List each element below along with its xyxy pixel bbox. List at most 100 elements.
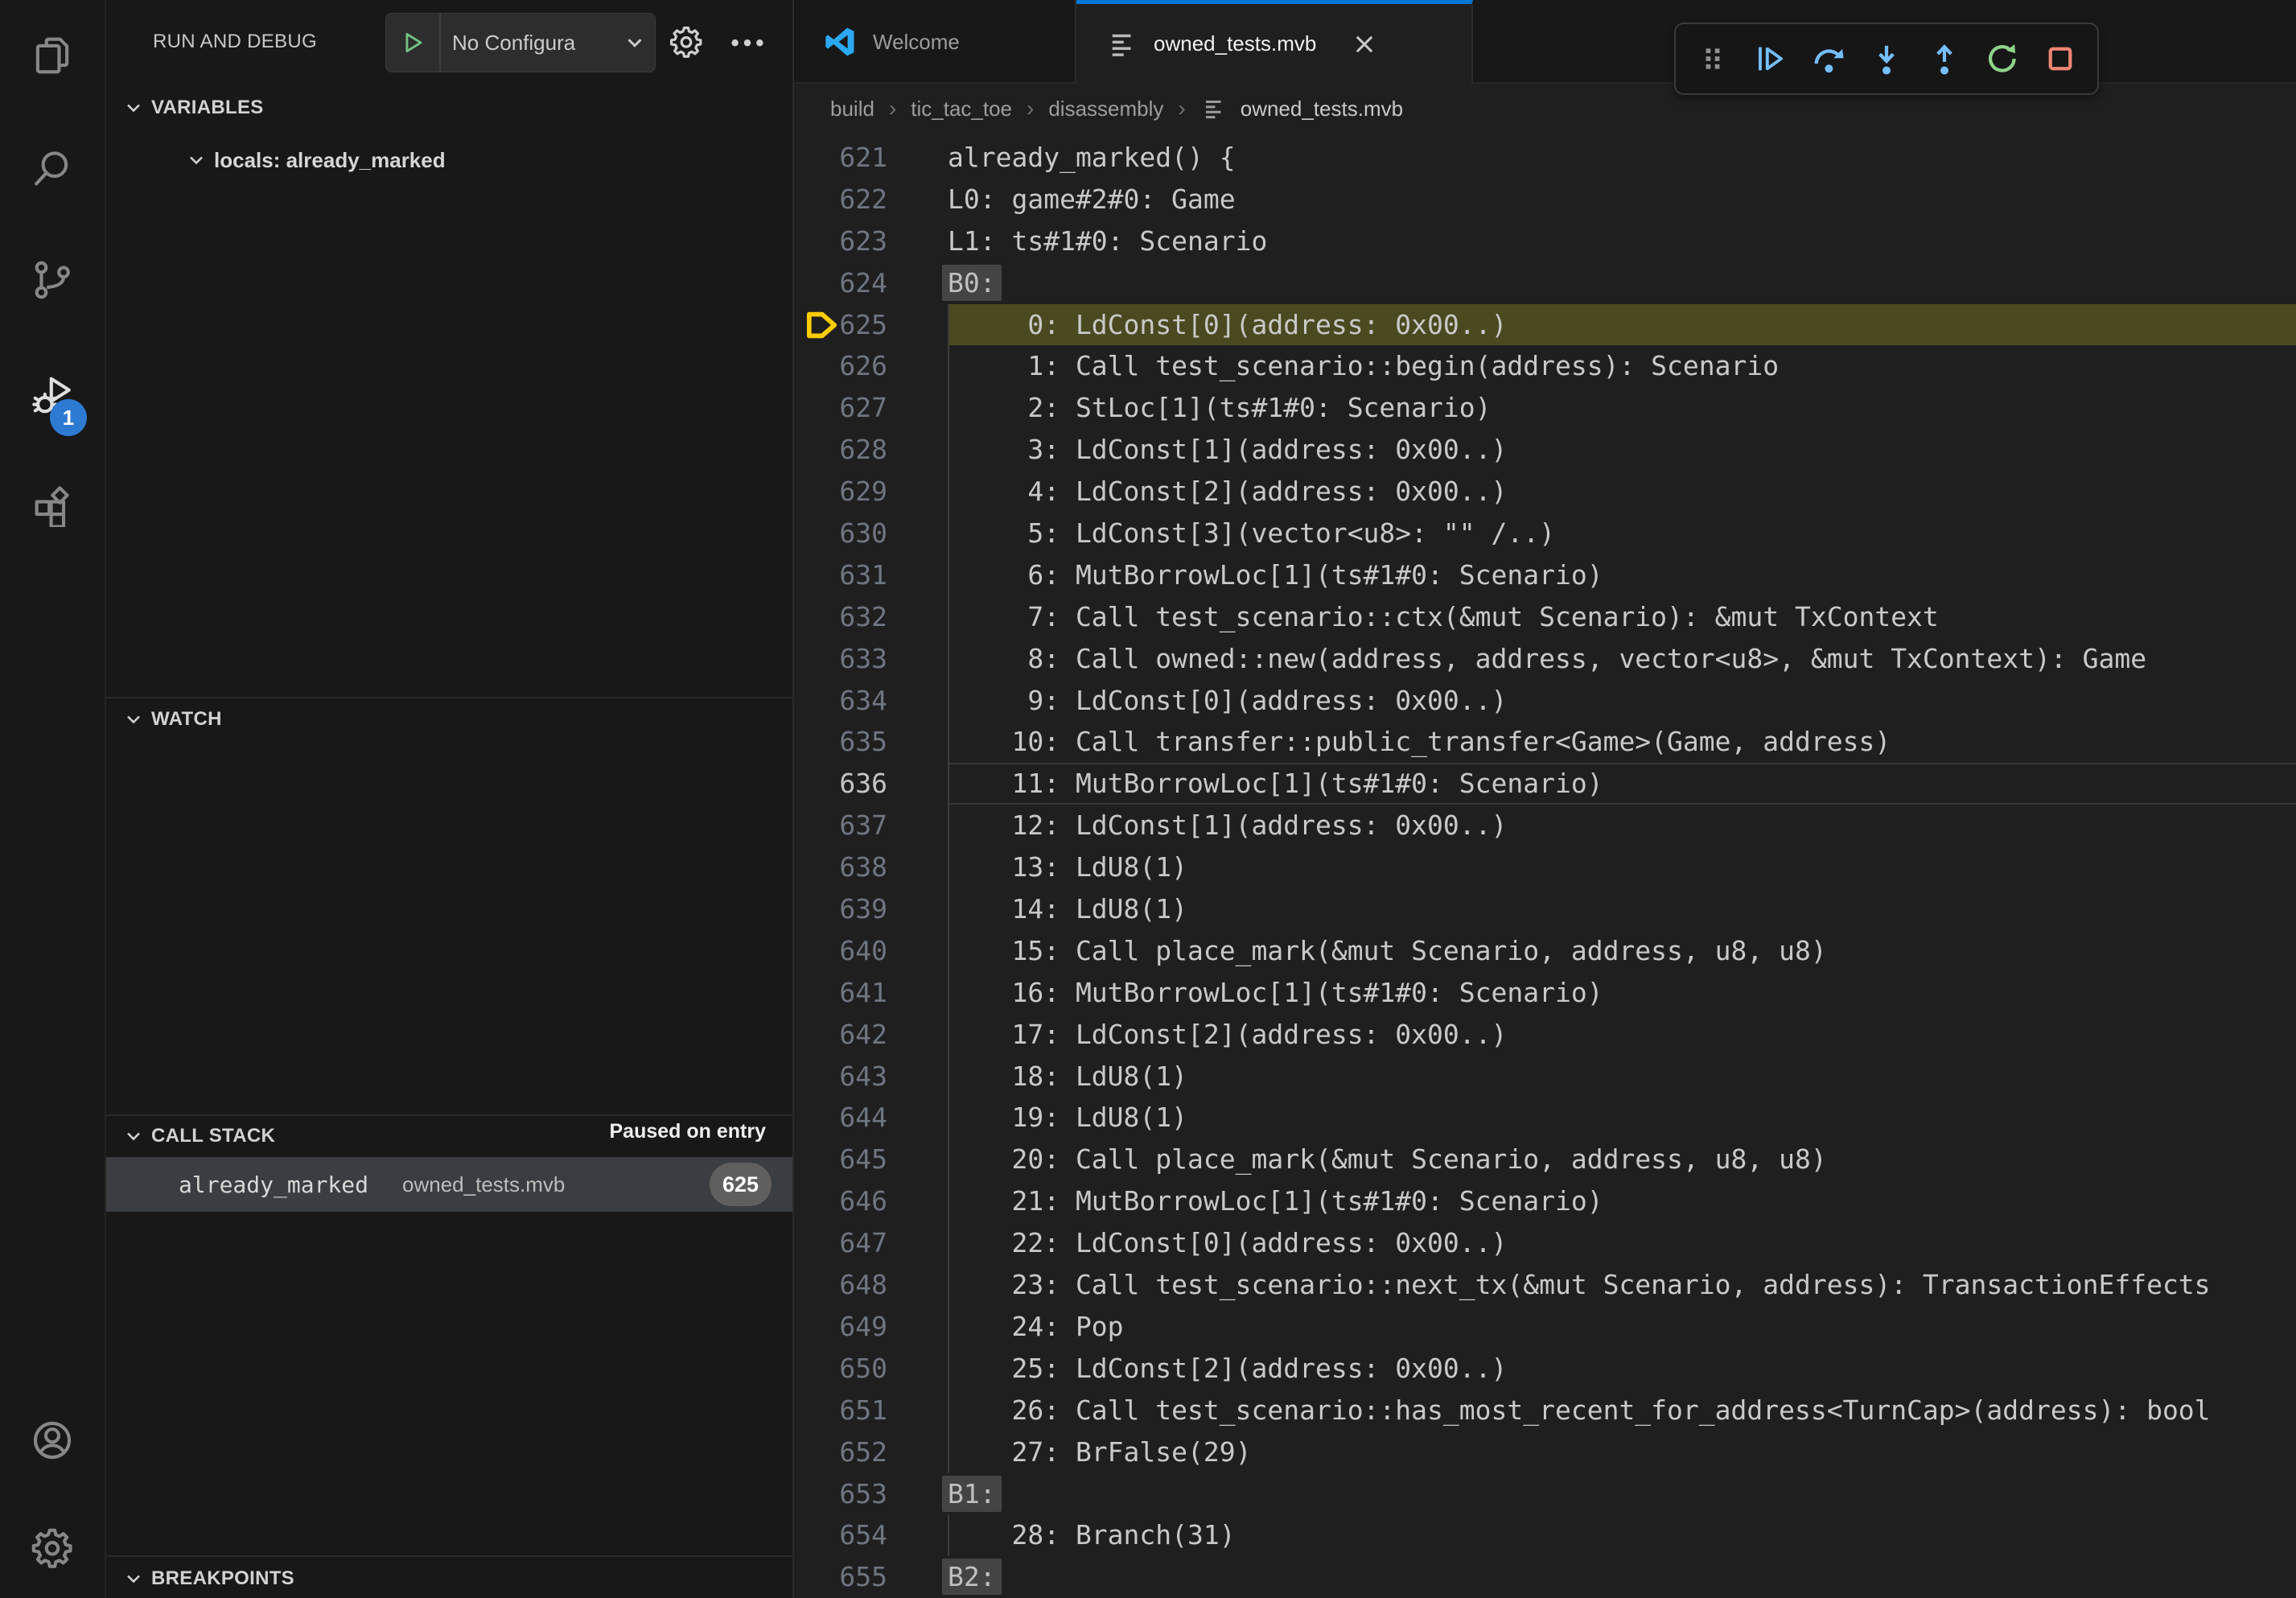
code-line[interactable]: 640 15: Call place_mark(&mut Scenario, a… (794, 930, 2296, 972)
line-number[interactable]: 642 (794, 1014, 887, 1056)
code-line[interactable]: 642 17: LdConst[2](address: 0x00..) (794, 1014, 2296, 1056)
code-line[interactable]: 635 10: Call transfer::public_transfer<G… (794, 721, 2296, 763)
tab-welcome[interactable]: Welcome (794, 0, 1076, 84)
line-number[interactable]: 641 (794, 972, 887, 1014)
extensions-icon[interactable] (29, 480, 76, 527)
line-number[interactable]: 636 (794, 763, 887, 805)
line-number[interactable]: 651 (794, 1390, 887, 1431)
code-line[interactable]: 630 5: LdConst[3](vector<u8>: "" /..) (794, 513, 2296, 554)
breadcrumb-item[interactable]: owned_tests.mvb (1241, 97, 1403, 121)
code-line[interactable]: 647 22: LdConst[0](address: 0x00..) (794, 1222, 2296, 1264)
step-into-button[interactable] (1866, 38, 1907, 80)
configuration-dropdown[interactable]: No Configura (441, 31, 623, 56)
code-line[interactable]: 629 4: LdConst[2](address: 0x00..) (794, 471, 2296, 513)
more-actions-icon[interactable] (729, 29, 766, 56)
line-number[interactable]: 652 (794, 1431, 887, 1473)
line-number[interactable]: 624 (794, 262, 887, 304)
code-line[interactable]: 639 14: LdU8(1) (794, 888, 2296, 930)
line-number[interactable]: 648 (794, 1264, 887, 1306)
line-number[interactable]: 649 (794, 1306, 887, 1348)
settings-gear-icon[interactable] (29, 1526, 76, 1572)
variables-section-header[interactable]: VARIABLES (122, 97, 264, 119)
code-line[interactable]: 632 7: Call test_scenario::ctx(&mut Scen… (794, 596, 2296, 638)
line-number[interactable]: 634 (794, 680, 887, 722)
line-number[interactable]: 632 (794, 596, 887, 638)
line-number[interactable]: 628 (794, 429, 887, 471)
line-number[interactable]: 646 (794, 1180, 887, 1222)
line-number[interactable]: 645 (794, 1139, 887, 1180)
line-number[interactable]: 629 (794, 471, 887, 513)
code-line[interactable]: 646 21: MutBorrowLoc[1](ts#1#0: Scenario… (794, 1180, 2296, 1222)
code-line[interactable]: 633 8: Call owned::new(address, address,… (794, 638, 2296, 680)
line-number[interactable]: 640 (794, 930, 887, 972)
line-number[interactable]: 638 (794, 846, 887, 888)
code-line[interactable]: 644 19: LdU8(1) (794, 1097, 2296, 1139)
line-number[interactable]: 653 (794, 1473, 887, 1515)
continue-button[interactable] (1750, 38, 1792, 80)
breakpoints-section-header[interactable]: BREAKPOINTS (122, 1567, 294, 1590)
breadcrumb-item[interactable]: disassembly (1048, 97, 1163, 121)
code-line[interactable]: 651 26: Call test_scenario::has_most_rec… (794, 1390, 2296, 1431)
code-line[interactable]: 623L1: ts#1#0: Scenario (794, 220, 2296, 262)
line-number[interactable]: 626 (794, 345, 887, 387)
code-line[interactable]: 654 28: Branch(31) (794, 1514, 2296, 1556)
code-line[interactable]: 638 13: LdU8(1) (794, 846, 2296, 888)
line-number[interactable]: 622 (794, 179, 887, 220)
code-line[interactable]: 621already_marked() { (794, 137, 2296, 179)
line-number[interactable]: 630 (794, 513, 887, 554)
stop-button[interactable] (2039, 38, 2081, 80)
watch-section-header[interactable]: WATCH (122, 708, 222, 731)
code-editor[interactable]: 621already_marked() {622L0: game#2#0: Ga… (794, 134, 2296, 1598)
code-line[interactable]: 650 25: LdConst[2](address: 0x00..) (794, 1348, 2296, 1390)
debug-settings-gear-icon[interactable] (668, 24, 705, 61)
toolbar-drag-gripper[interactable] (1692, 38, 1734, 80)
code-line[interactable]: 624B0: (794, 262, 2296, 304)
line-number[interactable]: 621 (794, 137, 887, 179)
code-line[interactable]: 631 6: MutBorrowLoc[1](ts#1#0: Scenario) (794, 554, 2296, 596)
step-out-button[interactable] (1924, 38, 1965, 80)
line-number[interactable]: 643 (794, 1056, 887, 1098)
code-line[interactable]: 653B1: (794, 1473, 2296, 1515)
tab-owned-tests[interactable]: owned_tests.mvb (1076, 0, 1473, 84)
line-number[interactable]: 647 (794, 1222, 887, 1264)
explorer-icon[interactable] (29, 32, 76, 79)
account-icon[interactable] (29, 1417, 76, 1464)
stack-frame-row[interactable]: already_marked owned_tests.mvb 625 (106, 1157, 792, 1212)
code-line[interactable]: 622L0: game#2#0: Game (794, 179, 2296, 220)
line-number[interactable]: 627 (794, 387, 887, 429)
line-number[interactable]: 631 (794, 554, 887, 596)
line-number[interactable]: 623 (794, 220, 887, 262)
source-control-icon[interactable] (29, 257, 76, 303)
line-number[interactable]: 650 (794, 1348, 887, 1390)
line-number[interactable]: 637 (794, 805, 887, 846)
code-line[interactable]: 626 1: Call test_scenario::begin(address… (794, 345, 2296, 387)
code-line[interactable]: 645 20: Call place_mark(&mut Scenario, a… (794, 1139, 2296, 1180)
restart-button[interactable] (1981, 38, 2023, 80)
call-stack-section-header[interactable]: CALL STACK (122, 1125, 275, 1147)
code-line[interactable]: 643 18: LdU8(1) (794, 1056, 2296, 1098)
step-over-button[interactable] (1808, 38, 1850, 80)
code-line[interactable]: 625 0: LdConst[0](address: 0x00..) (794, 304, 2296, 346)
code-line[interactable]: 648 23: Call test_scenario::next_tx(&mut… (794, 1264, 2296, 1306)
line-number[interactable]: 633 (794, 638, 887, 680)
code-line[interactable]: 649 24: Pop (794, 1306, 2296, 1348)
search-icon[interactable] (29, 146, 76, 192)
code-line[interactable]: 627 2: StLoc[1](ts#1#0: Scenario) (794, 387, 2296, 429)
close-icon[interactable] (1348, 28, 1380, 60)
code-line[interactable]: 637 12: LdConst[1](address: 0x00..) (794, 805, 2296, 846)
variables-scope-row[interactable]: locals: already_marked (106, 138, 792, 182)
code-line[interactable]: 655B2: (794, 1556, 2296, 1598)
code-line[interactable]: 641 16: MutBorrowLoc[1](ts#1#0: Scenario… (794, 972, 2296, 1014)
line-number[interactable]: 655 (794, 1556, 887, 1598)
line-number[interactable]: 635 (794, 721, 887, 763)
start-debug-button[interactable] (386, 14, 441, 72)
code-line[interactable]: 636 11: MutBorrowLoc[1](ts#1#0: Scenario… (794, 763, 2296, 805)
code-line[interactable]: 628 3: LdConst[1](address: 0x00..) (794, 429, 2296, 471)
breadcrumb-item[interactable]: build (830, 97, 874, 121)
code-line[interactable]: 634 9: LdConst[0](address: 0x00..) (794, 680, 2296, 722)
breadcrumb-item[interactable]: tic_tac_toe (911, 97, 1012, 121)
line-number[interactable]: 639 (794, 888, 887, 930)
line-number[interactable]: 654 (794, 1514, 887, 1556)
line-number[interactable]: 644 (794, 1097, 887, 1139)
code-line[interactable]: 652 27: BrFalse(29) (794, 1431, 2296, 1473)
